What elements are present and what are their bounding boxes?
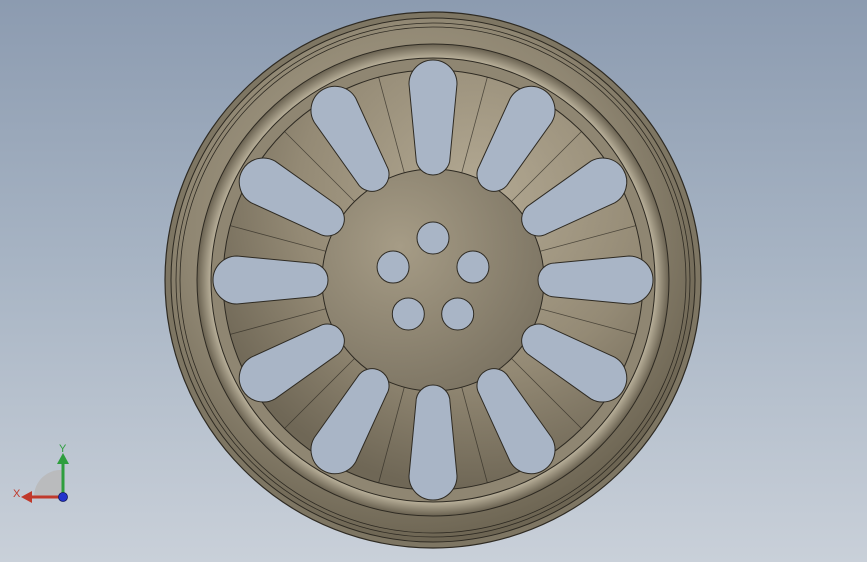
triad-z-axis-icon xyxy=(58,492,68,502)
hub-disc xyxy=(321,168,545,392)
triad-x-label: X xyxy=(13,488,21,500)
bolt-hole xyxy=(441,297,475,331)
triad-plane-icon xyxy=(33,469,63,497)
bolt-hole xyxy=(391,297,425,331)
triad-x-arrow-icon xyxy=(21,491,32,503)
spoke-window-cutout xyxy=(408,384,458,501)
spoke-window-cutout xyxy=(537,255,654,305)
bolt-hole xyxy=(456,250,490,284)
spoke-window-cutout xyxy=(212,255,329,305)
orientation-triad[interactable]: Y X xyxy=(10,440,80,510)
bolt-hole xyxy=(376,250,410,284)
graphics-viewport[interactable]: Y X xyxy=(0,0,867,562)
triad-y-label: Y xyxy=(59,443,67,455)
spoke-window-cutout xyxy=(408,59,458,176)
wheel-model[interactable] xyxy=(0,0,867,562)
bolt-hole xyxy=(416,221,450,255)
